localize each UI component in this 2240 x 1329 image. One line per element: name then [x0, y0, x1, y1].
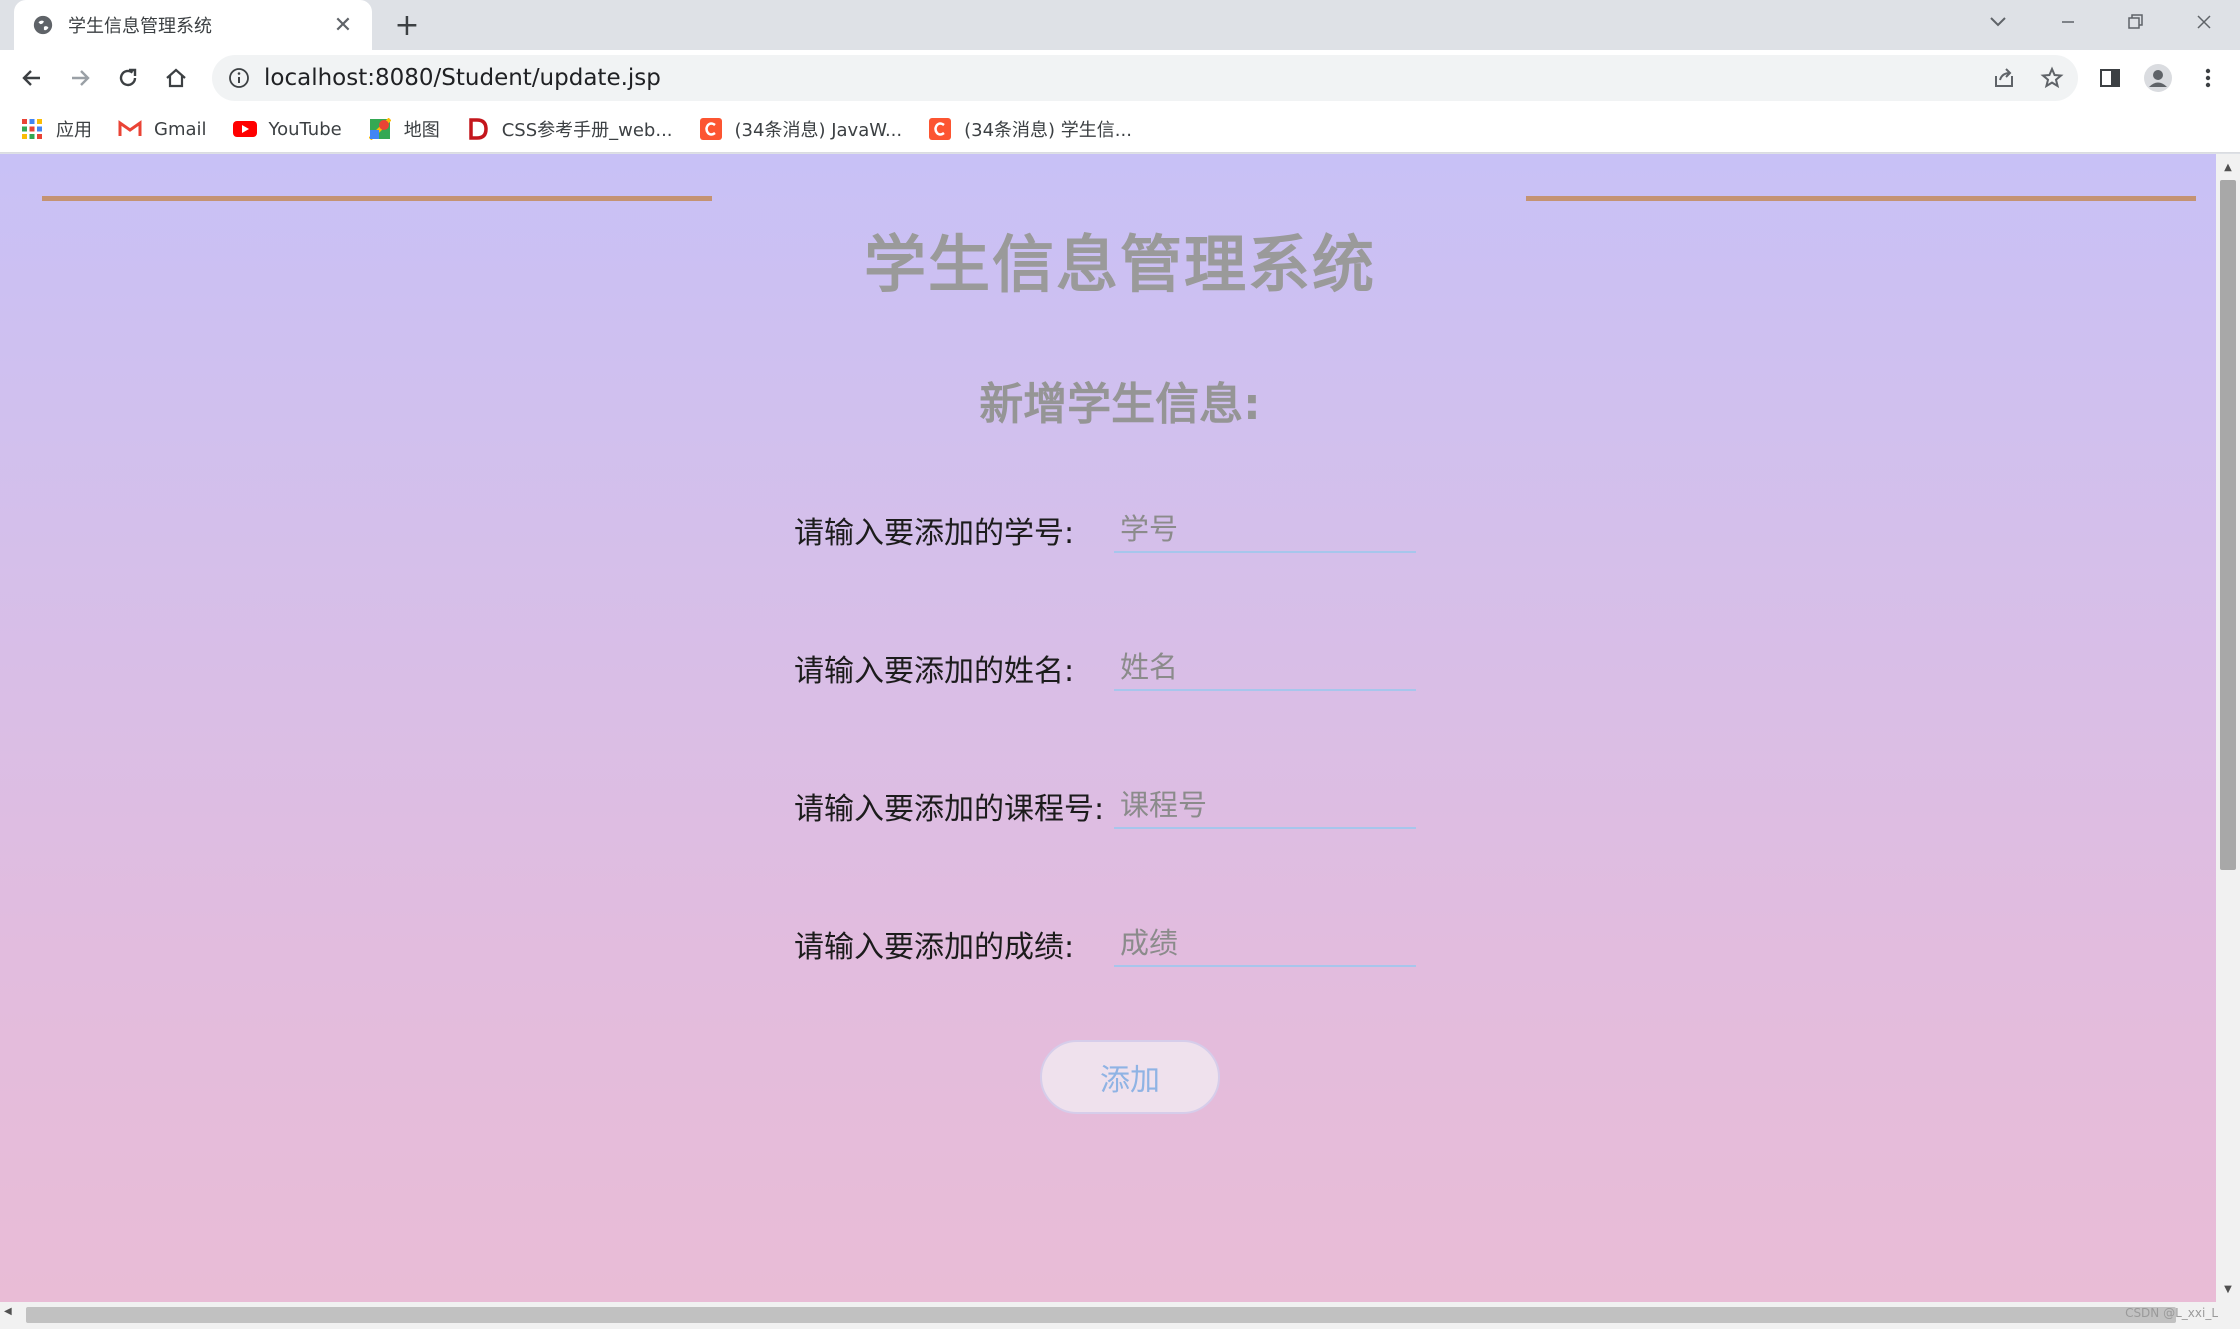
apps-grid-icon	[20, 117, 44, 141]
scroll-up-arrow-icon[interactable]: ▲	[2216, 156, 2240, 178]
course-id-label: 请输入要添加的课程号:	[794, 792, 1105, 827]
address-bar[interactable]: localhost:8080/Student/update.jsp	[212, 55, 2078, 101]
youtube-icon	[232, 117, 257, 141]
add-button[interactable]: 添加	[1040, 1040, 1220, 1114]
bookmark-csdn-javaweb[interactable]: (34条消息) JavaW...	[699, 116, 903, 142]
bookmark-label: (34条消息) 学生信...	[964, 120, 1132, 141]
menu-kebab-icon[interactable]	[2188, 58, 2228, 98]
name-input[interactable]	[1114, 645, 1416, 691]
bookmark-star-icon[interactable]	[2032, 58, 2072, 98]
gmail-icon	[118, 117, 142, 141]
page-title: 学生信息管理系统	[863, 228, 1376, 301]
bookmark-gmail[interactable]: Gmail	[118, 117, 207, 141]
maps-icon	[368, 117, 392, 141]
header-rule-left	[42, 196, 712, 201]
bookmark-apps[interactable]: 应用	[20, 116, 92, 142]
name-label: 请输入要添加的姓名:	[794, 654, 1075, 689]
home-icon	[166, 68, 186, 88]
home-button[interactable]	[156, 58, 196, 98]
bookmark-label: Gmail	[154, 118, 207, 140]
bookmark-label: 地图	[403, 120, 440, 141]
reload-button[interactable]	[108, 58, 148, 98]
globe-icon	[33, 15, 53, 35]
forward-button[interactable]	[60, 58, 100, 98]
css-reference-icon	[466, 117, 490, 141]
page-viewport: 学生信息管理系统 新增学生信息: 请输入要添加的学号: 请输入要添加的姓名: 请…	[0, 154, 2216, 1302]
horizontal-scroll-thumb[interactable]	[26, 1307, 2176, 1323]
bookmark-css-reference[interactable]: CSS参考手册_web...	[466, 116, 673, 142]
back-button[interactable]	[12, 58, 52, 98]
field-row-student-id: 请输入要添加的学号:	[794, 500, 1416, 560]
side-panel-icon[interactable]	[2090, 58, 2130, 98]
scroll-down-arrow-icon[interactable]: ▼	[2216, 1278, 2240, 1300]
scrollbar-corner	[2216, 1302, 2240, 1329]
bookmarks-bar: 应用 Gmail YouTube 地图 CSS参考手册_web... (34条消…	[0, 106, 2240, 153]
tab-title: 学生信息管理系统	[68, 16, 212, 37]
minimize-button[interactable]	[2040, 0, 2096, 44]
field-row-name: 请输入要添加的姓名:	[794, 638, 1416, 698]
course-id-input[interactable]	[1114, 783, 1416, 829]
bookmark-maps[interactable]: 地图	[368, 116, 440, 142]
vertical-scrollbar[interactable]: ▲ ▼	[2216, 154, 2240, 1302]
field-row-score: 请输入要添加的成绩:	[794, 914, 1416, 974]
restore-button[interactable]	[2108, 0, 2164, 44]
field-row-course-id: 请输入要添加的课程号:	[794, 776, 1416, 836]
bookmark-label: 应用	[56, 120, 92, 141]
tab-strip: 学生信息管理系统 ✕ +	[0, 0, 2240, 50]
score-input[interactable]	[1114, 921, 1416, 967]
browser-toolbar: localhost:8080/Student/update.jsp	[0, 50, 2240, 106]
score-label: 请输入要添加的成绩:	[794, 930, 1075, 965]
close-window-button[interactable]	[2176, 0, 2232, 44]
share-icon[interactable]	[1984, 58, 2024, 98]
watermark-text: CSDN @L_xxi_L	[2125, 1306, 2218, 1320]
tab-close-icon[interactable]: ✕	[330, 12, 356, 38]
student-id-input[interactable]	[1114, 507, 1416, 553]
csdn-icon	[928, 117, 952, 141]
site-info-icon[interactable]	[228, 67, 250, 89]
csdn-icon	[699, 117, 723, 141]
header-rule-right	[1526, 196, 2196, 201]
form-heading: 新增学生信息:	[979, 379, 1261, 430]
url-text: localhost:8080/Student/update.jsp	[264, 65, 661, 91]
bookmark-label: CSS参考手册_web...	[501, 120, 673, 141]
student-id-label: 请输入要添加的学号:	[794, 516, 1075, 551]
tab-search-icon[interactable]	[1970, 0, 2026, 44]
profile-avatar-icon[interactable]	[2138, 58, 2178, 98]
bookmark-csdn-student[interactable]: (34条消息) 学生信...	[928, 116, 1132, 142]
bookmark-label: YouTube	[268, 118, 342, 140]
forward-arrow-icon	[72, 70, 90, 86]
browser-tab[interactable]: 学生信息管理系统 ✕	[14, 0, 372, 50]
scroll-left-arrow-icon[interactable]: ◀	[4, 1306, 12, 1317]
vertical-scroll-thumb[interactable]	[2220, 180, 2236, 870]
horizontal-scrollbar[interactable]: ◀	[0, 1302, 2216, 1329]
reload-icon	[119, 68, 137, 87]
back-arrow-icon	[22, 70, 40, 86]
new-tab-button[interactable]: +	[390, 8, 424, 43]
bookmark-youtube[interactable]: YouTube	[232, 117, 342, 141]
bookmark-label: (34条消息) JavaW...	[734, 120, 903, 141]
